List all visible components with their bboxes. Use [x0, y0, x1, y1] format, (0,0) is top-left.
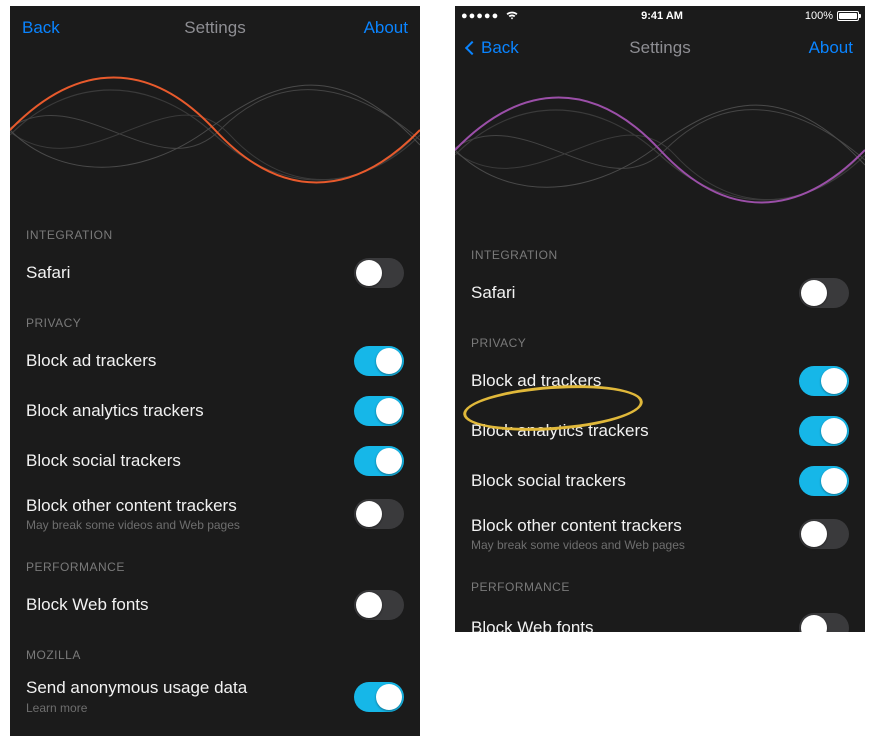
toggle-usage-data[interactable] [354, 682, 404, 712]
section-header-integration: INTEGRATION [455, 230, 865, 268]
row-block-webfonts: Block Web fonts [10, 580, 420, 630]
navbar: Back Settings About [455, 26, 865, 70]
sublabel-block-other: May break some videos and Web pages [26, 518, 344, 532]
label-block-social: Block social trackers [26, 451, 344, 471]
battery-text: 100% [805, 10, 833, 22]
section-header-performance: PERFORMANCE [455, 562, 865, 600]
label-block-ad: Block ad trackers [26, 351, 344, 371]
toggle-block-other[interactable] [799, 519, 849, 549]
row-block-analytics: Block analytics trackers [455, 406, 865, 456]
section-header-privacy: PRIVACY [10, 298, 420, 336]
back-label: Back [22, 18, 60, 38]
row-block-social: Block social trackers [10, 436, 420, 486]
back-label: Back [481, 38, 519, 58]
label-block-webfonts: Block Web fonts [26, 595, 344, 615]
toggle-block-analytics[interactable] [799, 416, 849, 446]
sublabel-usage-data[interactable]: Learn more [26, 701, 344, 715]
row-block-analytics: Block analytics trackers [10, 386, 420, 436]
label-usage-data: Send anonymous usage data [26, 678, 344, 698]
chevron-left-icon [465, 41, 479, 55]
label-block-analytics: Block analytics trackers [26, 401, 344, 421]
wave-hero [10, 50, 420, 210]
row-block-social: Block social trackers [455, 456, 865, 506]
wifi-icon [505, 10, 519, 23]
settings-screen-left: Back Settings About INTEGRATION Safari P… [10, 6, 420, 736]
toggle-block-social[interactable] [799, 466, 849, 496]
status-bar: ●●●●● 9:41 AM 100% [455, 6, 865, 26]
toggle-block-social[interactable] [354, 446, 404, 476]
toggle-block-other[interactable] [354, 499, 404, 529]
label-block-other: Block other content trackers [471, 516, 789, 536]
navbar: Back Settings About [10, 6, 420, 50]
about-button[interactable]: About [809, 38, 853, 58]
settings-screen-right: ●●●●● 9:41 AM 100% Back Settings About I… [455, 6, 865, 632]
page-title: Settings [10, 18, 420, 38]
row-block-other: Block other content trackers May break s… [455, 506, 865, 562]
battery-icon [837, 11, 859, 21]
row-safari: Safari [455, 268, 865, 318]
row-safari: Safari [10, 248, 420, 298]
section-header-performance: PERFORMANCE [10, 542, 420, 580]
section-header-privacy: PRIVACY [455, 318, 865, 356]
about-button[interactable]: About [364, 18, 408, 38]
label-block-other: Block other content trackers [26, 496, 344, 516]
sublabel-block-other: May break some videos and Web pages [471, 538, 789, 552]
toggle-block-analytics[interactable] [354, 396, 404, 426]
label-safari: Safari [471, 283, 789, 303]
label-block-analytics: Block analytics trackers [471, 421, 789, 441]
signal-icon: ●●●●● [461, 10, 499, 22]
label-block-social: Block social trackers [471, 471, 789, 491]
toggle-block-ad[interactable] [799, 366, 849, 396]
toggle-safari[interactable] [354, 258, 404, 288]
row-block-ad-trackers: Block ad trackers [455, 356, 865, 406]
toggle-block-webfonts[interactable] [354, 590, 404, 620]
wave-hero [455, 70, 865, 230]
back-button[interactable]: Back [22, 18, 60, 38]
toggle-block-webfonts[interactable] [799, 613, 849, 632]
status-time: 9:41 AM [519, 10, 805, 22]
toggle-safari[interactable] [799, 278, 849, 308]
label-block-webfonts: Block Web fonts [471, 618, 789, 632]
section-header-integration: INTEGRATION [10, 210, 420, 248]
row-block-webfonts: Block Web fonts [455, 600, 865, 632]
label-block-ad: Block ad trackers [471, 371, 789, 391]
row-block-ad-trackers: Block ad trackers [10, 336, 420, 386]
section-header-mozilla: MOZILLA [10, 630, 420, 668]
row-usage-data: Send anonymous usage data Learn more [10, 668, 420, 724]
back-button[interactable]: Back [467, 38, 519, 58]
row-block-other: Block other content trackers May break s… [10, 486, 420, 542]
label-safari: Safari [26, 263, 344, 283]
toggle-block-ad[interactable] [354, 346, 404, 376]
